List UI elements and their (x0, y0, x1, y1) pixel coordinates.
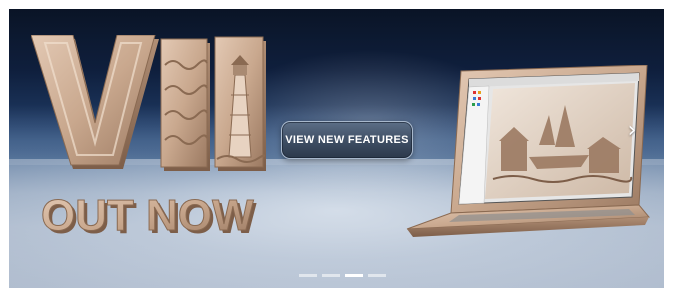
letter-v (31, 35, 159, 169)
tagline-out-now: OUT NOW OUT NOW (41, 191, 257, 244)
headline-vii-logo (31, 35, 266, 171)
letter-i-lighthouse-relief (214, 36, 266, 171)
carousel-pagination (299, 274, 386, 277)
carousel-dot[interactable] (368, 274, 386, 277)
carousel-dot[interactable] (322, 274, 340, 277)
carousel-dot-active[interactable] (345, 274, 363, 277)
laptop-product-image (406, 65, 651, 237)
hero-banner: OUT NOW OUT NOW VIEW NEW FEATURES › (9, 9, 664, 288)
letter-i-wave-relief (160, 38, 210, 171)
chevron-right-icon[interactable]: › (623, 120, 641, 142)
carousel-dot[interactable] (299, 274, 317, 277)
svg-text:OUT NOW: OUT NOW (41, 191, 254, 240)
